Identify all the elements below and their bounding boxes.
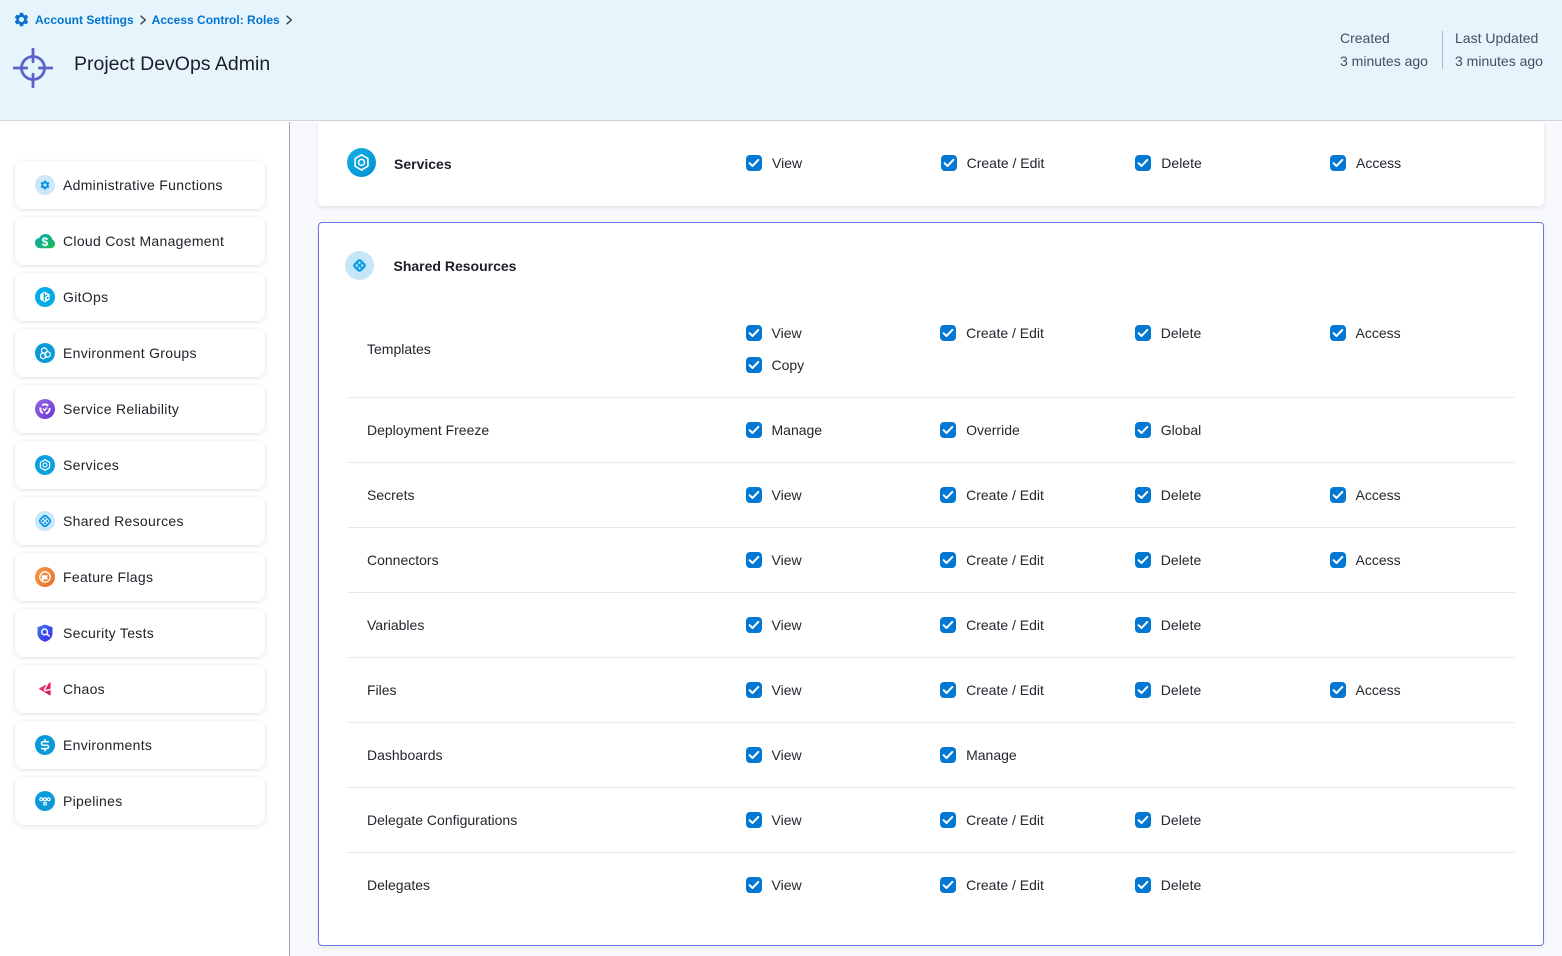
svg-text:$: $ xyxy=(42,235,49,249)
